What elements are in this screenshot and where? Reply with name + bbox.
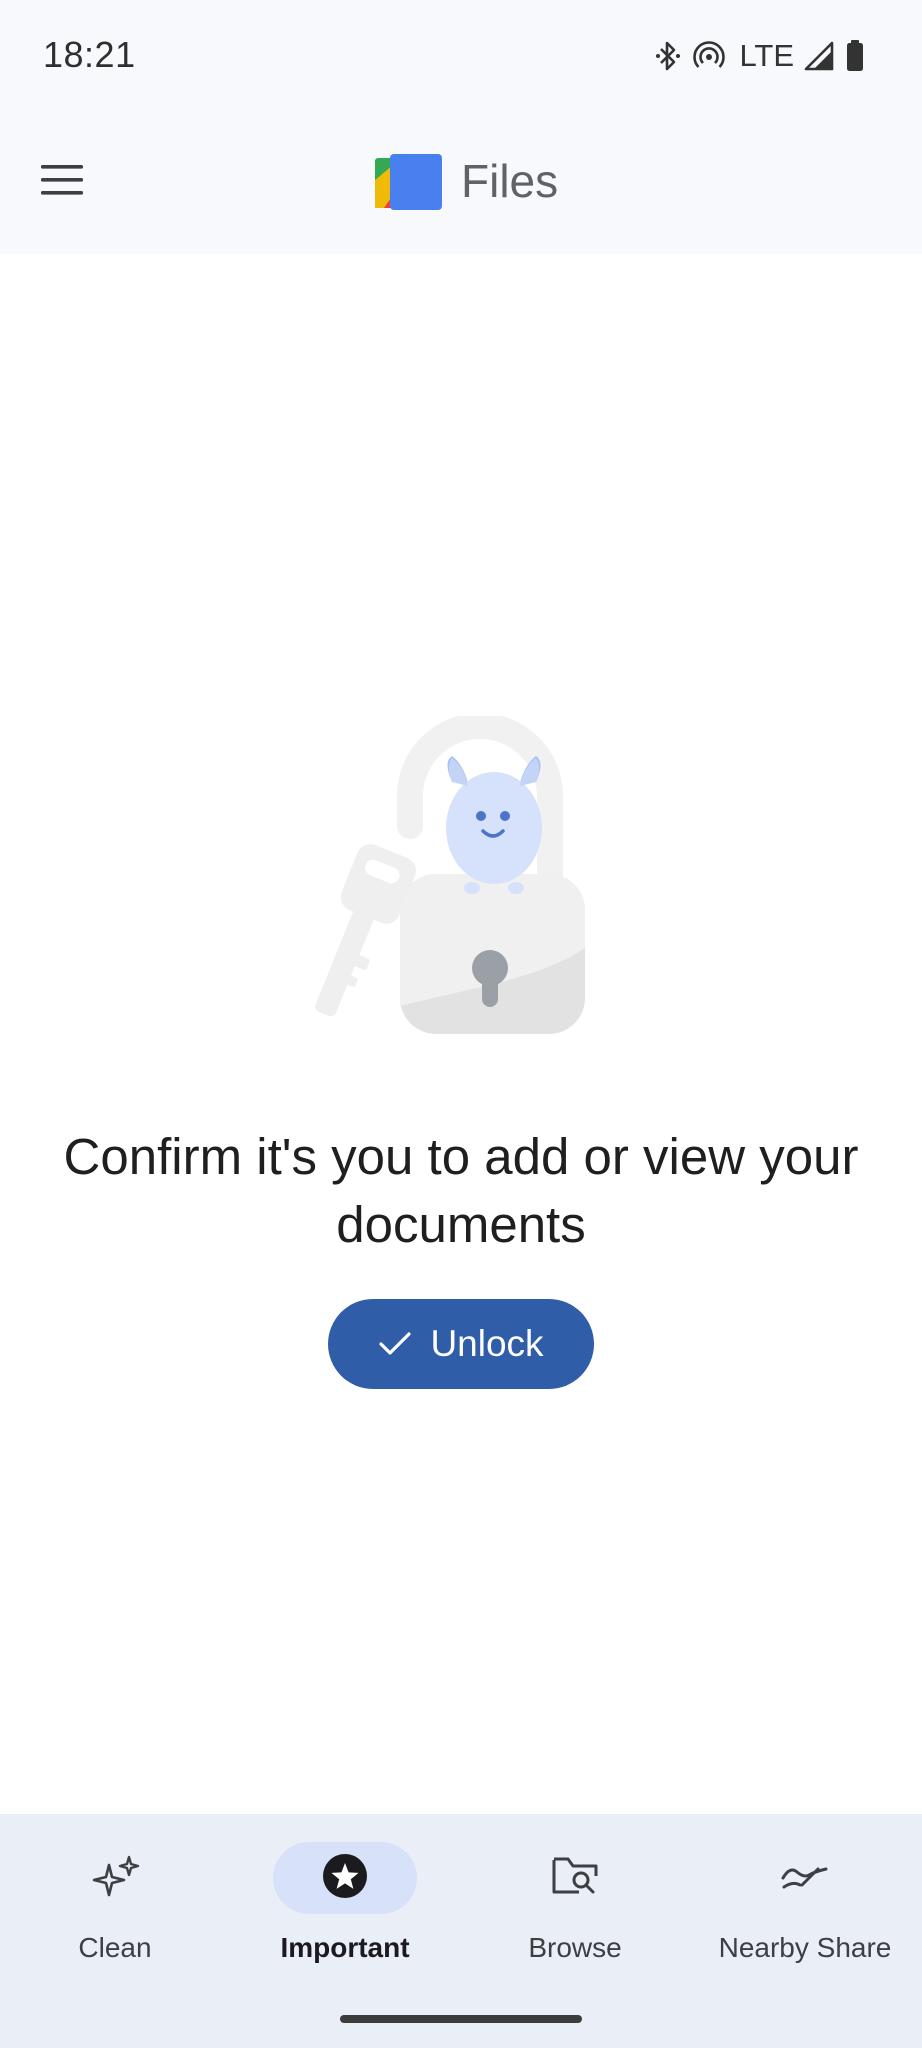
files-app-screen: 18:21 LTE Files Confirm it's you to add …: [0, 0, 922, 2048]
status-time: 18:21: [43, 34, 136, 75]
check-icon: [378, 1331, 412, 1357]
nearby-share-icon: [780, 1861, 830, 1896]
menu-icon: [41, 164, 83, 200]
bluetooth-icon: [655, 40, 681, 72]
status-icons: LTE: [655, 36, 864, 76]
nav-label-important: Important: [280, 1932, 410, 1963]
status-bar: 18:21 LTE: [0, 0, 922, 110]
hotspot-icon: [693, 40, 726, 72]
nav-label-browse: Browse: [528, 1932, 622, 1963]
folder-search-icon: [551, 1854, 599, 1903]
home-indicator[interactable]: [340, 2015, 582, 2023]
signal-icon: [804, 41, 834, 71]
menu-button[interactable]: [30, 150, 94, 214]
unlocked-padlock-illustration: [300, 713, 600, 1056]
battery-icon: [846, 40, 864, 72]
unlock-button[interactable]: Unlock: [328, 1299, 594, 1389]
bottom-navigation: Clean Important Browse Nearby Share: [0, 1814, 922, 2048]
unlock-prompt-message: Confirm it's you to add or view your doc…: [63, 1128, 859, 1253]
nav-item-important[interactable]: Important: [230, 1814, 460, 1994]
network-type-label: LTE: [739, 38, 794, 73]
active-indicator-pill: [273, 1842, 417, 1914]
sparkle-icon: [87, 1853, 143, 1904]
star-circle-icon: [321, 1852, 369, 1905]
nav-item-nearby-share[interactable]: Nearby Share: [690, 1814, 920, 1994]
nav-label-clean: Clean: [78, 1932, 152, 1963]
nav-item-clean[interactable]: Clean: [0, 1814, 230, 1994]
unlock-button-label: Unlock: [430, 1323, 544, 1364]
nav-label-nearby-share: Nearby Share: [718, 1932, 892, 1963]
app-title: Files: [461, 155, 559, 207]
files-logo-icon: [374, 154, 442, 215]
nav-item-browse[interactable]: Browse: [460, 1814, 690, 1994]
top-app-bar: Files: [0, 110, 922, 254]
